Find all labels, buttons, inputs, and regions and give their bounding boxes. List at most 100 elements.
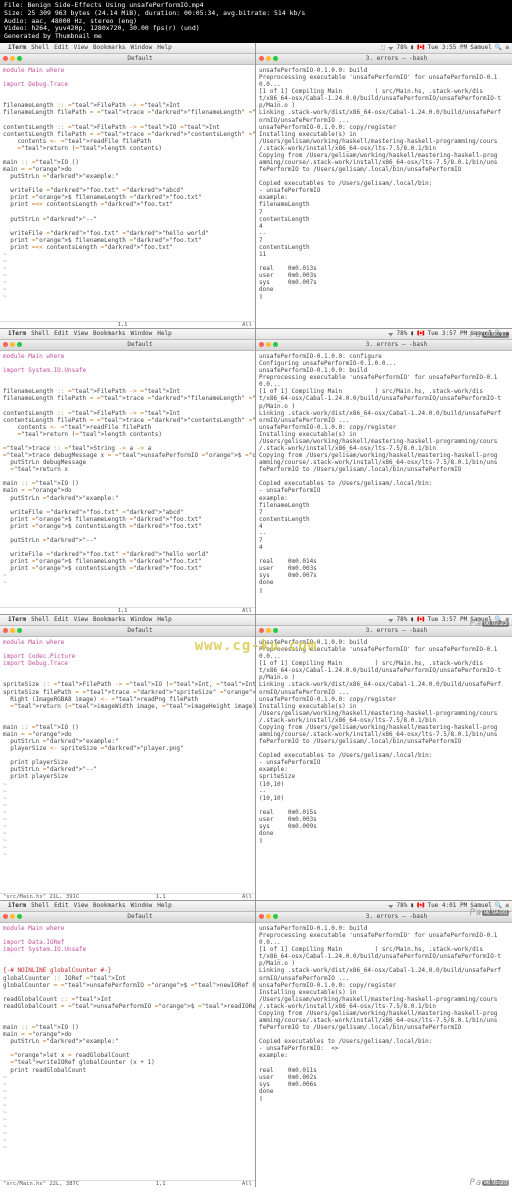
- close-icon[interactable]: [3, 342, 8, 347]
- minimize-icon[interactable]: [266, 342, 271, 347]
- flag-icon[interactable]: 🇨🇦: [417, 330, 424, 337]
- minimize-icon[interactable]: [10, 342, 15, 347]
- clock[interactable]: Tue 3:57 PM: [427, 616, 467, 623]
- maximize-icon[interactable]: [17, 342, 22, 347]
- menu-bookmarks[interactable]: Bookmarks: [93, 902, 126, 909]
- menu-view[interactable]: View: [74, 44, 88, 51]
- tab-bar-right[interactable]: 3. errors — -bash: [256, 340, 512, 351]
- vim-status-2: 1,1All: [0, 607, 255, 614]
- macos-menubar[interactable]: iTerm Shell Edit View Bookmarks Window H…: [0, 615, 255, 626]
- menu-icon[interactable]: ≡: [505, 44, 509, 51]
- minimize-icon[interactable]: [10, 628, 15, 633]
- output-pane-4[interactable]: unsafePerformIO-0.1.0.0: build Preproces…: [256, 923, 512, 1187]
- minimize-icon[interactable]: [10, 914, 15, 919]
- clock[interactable]: Tue 4:01 PM: [427, 902, 467, 909]
- wifi-icon[interactable]: ᯤ: [388, 44, 393, 52]
- menu-help[interactable]: Help: [157, 902, 171, 909]
- menu-edit[interactable]: Edit: [54, 330, 68, 337]
- macos-menubar-right[interactable]: ⬚ ᯤ 78% ▮ 🇨🇦 Tue 3:55 PM Samuel 🔍 ≡: [256, 43, 512, 54]
- maximize-icon[interactable]: [273, 914, 278, 919]
- clock[interactable]: Tue 3:57 PM: [427, 330, 467, 337]
- menu-edit[interactable]: Edit: [54, 902, 68, 909]
- close-icon[interactable]: [259, 628, 264, 633]
- search-icon[interactable]: 🔍: [495, 44, 502, 51]
- macos-menubar[interactable]: iTerm Shell Edit View Bookmarks Window H…: [0, 329, 255, 340]
- app-name[interactable]: iTerm: [8, 44, 26, 51]
- app-name[interactable]: iTerm: [8, 330, 26, 337]
- minimize-icon[interactable]: [266, 628, 271, 633]
- wifi-icon[interactable]: ᯤ: [388, 616, 393, 624]
- menu-shell[interactable]: Shell: [31, 902, 49, 909]
- dropbox-icon[interactable]: ⬚: [381, 44, 385, 51]
- output-pane-2[interactable]: unsafePerformIO-0.1.0.0: configure Confi…: [256, 351, 512, 614]
- minimize-icon[interactable]: [10, 56, 15, 61]
- close-icon[interactable]: [259, 914, 264, 919]
- menu-bookmarks[interactable]: Bookmarks: [93, 616, 126, 623]
- tab-bar-right[interactable]: 3. errors — -bash: [256, 54, 512, 65]
- tab-default[interactable]: Default: [25, 913, 255, 920]
- editor-pane-1[interactable]: module Main where import Debug.Trace fil…: [0, 65, 255, 321]
- editor-pane-3[interactable]: module Main where import Codec.Picture i…: [0, 637, 255, 893]
- maximize-icon[interactable]: [17, 56, 22, 61]
- wifi-icon[interactable]: ᯤ: [388, 330, 393, 338]
- window-controls[interactable]: [0, 56, 25, 61]
- close-icon[interactable]: [259, 56, 264, 61]
- close-icon[interactable]: [3, 56, 8, 61]
- battery-icon[interactable]: ▮: [410, 902, 414, 909]
- editor-pane-4[interactable]: module Main where import Data.IORef impo…: [0, 923, 255, 1180]
- menu-bookmarks[interactable]: Bookmarks: [93, 44, 126, 51]
- tab-bar[interactable]: Default: [0, 54, 255, 65]
- menu-help[interactable]: Help: [157, 44, 171, 51]
- menu-window[interactable]: Window: [131, 616, 153, 623]
- maximize-icon[interactable]: [273, 342, 278, 347]
- menu-window[interactable]: Window: [131, 902, 153, 909]
- maximize-icon[interactable]: [17, 914, 22, 919]
- tab-default[interactable]: Default: [25, 55, 255, 62]
- close-icon[interactable]: [3, 628, 8, 633]
- tab-errors[interactable]: 3. errors — -bash: [281, 341, 512, 348]
- close-icon[interactable]: [259, 342, 264, 347]
- editor-pane-2[interactable]: module Main where import System.IO.Unsaf…: [0, 351, 255, 607]
- clock[interactable]: Tue 3:55 PM: [427, 44, 467, 51]
- menu-window[interactable]: Window: [131, 330, 153, 337]
- maximize-icon[interactable]: [273, 56, 278, 61]
- tab-default[interactable]: Default: [25, 627, 255, 634]
- tab-bar[interactable]: Default: [0, 340, 255, 351]
- menu-bookmarks[interactable]: Bookmarks: [93, 330, 126, 337]
- menu-window[interactable]: Window: [131, 44, 153, 51]
- close-icon[interactable]: [3, 914, 8, 919]
- minimize-icon[interactable]: [266, 56, 271, 61]
- app-name[interactable]: iTerm: [8, 616, 26, 623]
- menu-view[interactable]: View: [74, 330, 88, 337]
- flag-icon[interactable]: 🇨🇦: [417, 902, 424, 909]
- menu-shell[interactable]: Shell: [31, 330, 49, 337]
- battery-icon[interactable]: ▮: [410, 616, 414, 623]
- menu-shell[interactable]: Shell: [31, 44, 49, 51]
- tab-bar[interactable]: Default: [0, 626, 255, 637]
- minimize-icon[interactable]: [266, 914, 271, 919]
- menu-help[interactable]: Help: [157, 330, 171, 337]
- menu-view[interactable]: View: [74, 902, 88, 909]
- output-pane-3[interactable]: unsafePerformIO-0.1.0.0: build Preproces…: [256, 637, 512, 900]
- wifi-icon[interactable]: ᯤ: [388, 902, 393, 910]
- macos-menubar[interactable]: iTerm Shell Edit View Bookmarks Window H…: [0, 901, 255, 912]
- meta-size: Size: 25 309 963 bytes (24.14 MiB), dura…: [4, 10, 508, 18]
- maximize-icon[interactable]: [17, 628, 22, 633]
- menu-edit[interactable]: Edit: [54, 44, 68, 51]
- flag-icon[interactable]: 🇨🇦: [417, 44, 424, 51]
- menu-edit[interactable]: Edit: [54, 616, 68, 623]
- output-pane-1[interactable]: unsafePerformIO-0.1.0.0: build Preproces…: [256, 65, 512, 328]
- macos-menubar[interactable]: iTerm Shell Edit View Bookmarks Window H…: [0, 43, 255, 54]
- battery-icon[interactable]: ▮: [410, 44, 414, 51]
- app-name[interactable]: iTerm: [8, 902, 26, 909]
- tab-bar[interactable]: Default: [0, 912, 255, 923]
- flag-icon[interactable]: 🇨🇦: [417, 616, 424, 623]
- menu-view[interactable]: View: [74, 616, 88, 623]
- tab-default[interactable]: Default: [25, 341, 255, 348]
- battery-icon[interactable]: ▮: [410, 330, 414, 337]
- user-name[interactable]: Samuel: [470, 44, 492, 51]
- menu-help[interactable]: Help: [157, 616, 171, 623]
- menu-shell[interactable]: Shell: [31, 616, 49, 623]
- maximize-icon[interactable]: [273, 628, 278, 633]
- tab-errors[interactable]: 3. errors — -bash: [281, 55, 512, 62]
